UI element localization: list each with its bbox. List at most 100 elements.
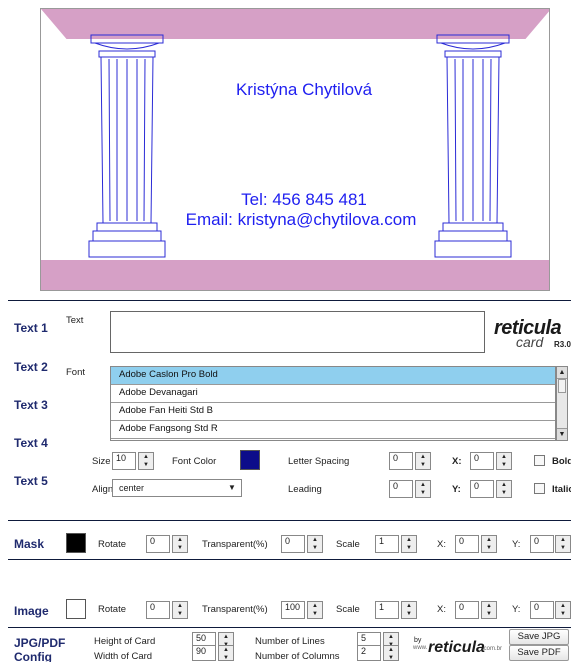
number-of-lines-label: Number of Lines (255, 636, 325, 647)
card-email-text: Email: kristyna@chytilova.com (185, 210, 417, 229)
image-transparent-label: Transparent(%) (202, 604, 268, 615)
jpgpdf-section-label: JPG/PDF (14, 636, 66, 650)
tab-text-4[interactable]: Text 4 (14, 436, 48, 450)
mask-rotate-input[interactable]: 0 (146, 535, 170, 553)
tab-text-1[interactable]: Text 1 (14, 321, 48, 335)
size-label: Size (92, 456, 111, 467)
mask-scale-input[interactable]: 1 (375, 535, 399, 553)
text-x-input[interactable]: 0 (470, 452, 494, 470)
logo-card-word: card (516, 334, 544, 350)
italic-label: Italic (552, 484, 571, 495)
mask-x-stepper[interactable]: ▲ ▼ (481, 535, 497, 553)
mask-scale-stepper[interactable]: ▲ ▼ (401, 535, 417, 553)
italic-checkbox[interactable] (534, 483, 545, 494)
bold-checkbox[interactable] (534, 455, 545, 466)
mask-rotate-label: Rotate (98, 539, 126, 550)
chevron-down-icon: ▼ (228, 483, 236, 492)
image-y-label: Y: (512, 604, 521, 615)
text-input[interactable] (110, 311, 485, 353)
font-color-swatch[interactable] (240, 450, 260, 470)
font-option[interactable]: Adobe Fan Heiti Std B (111, 403, 555, 421)
save-pdf-button[interactable]: Save PDF (509, 645, 569, 661)
number-of-columns-stepper[interactable]: ▲ ▼ (383, 645, 399, 661)
mask-y-stepper[interactable]: ▲ ▼ (555, 535, 571, 553)
image-scale-stepper[interactable]: ▲ ▼ (401, 601, 417, 619)
scroll-thumb[interactable] (558, 379, 566, 393)
mask-x-input[interactable]: 0 (455, 535, 479, 553)
www-label: www. (413, 645, 428, 651)
mask-x-label: X: (437, 539, 446, 550)
divider (8, 559, 571, 560)
width-of-card-input[interactable]: 90 (192, 645, 216, 661)
reticula-brand-logo[interactable]: reticula (428, 639, 485, 657)
mask-color-swatch[interactable] (66, 533, 86, 553)
mask-section-label: Mask (14, 537, 45, 551)
mask-transparent-stepper[interactable]: ▲ ▼ (307, 535, 323, 553)
card-name-text: Kristýna Chytilová (235, 80, 373, 99)
image-transparent-input[interactable]: 100 (281, 601, 305, 619)
card-bottom-band (41, 260, 549, 290)
number-of-columns-input[interactable]: 2 (357, 645, 381, 661)
letter-spacing-input[interactable]: 0 (389, 452, 413, 470)
letter-spacing-stepper[interactable]: ▲ ▼ (415, 452, 431, 470)
tab-text-3[interactable]: Text 3 (14, 398, 48, 412)
font-option[interactable]: Adobe Caslon Pro Bold (111, 367, 555, 385)
logo-version: R3.0 (554, 340, 571, 349)
scroll-up-icon[interactable]: ▲ (557, 367, 567, 379)
image-x-stepper[interactable]: ▲ ▼ (481, 601, 497, 619)
font-option[interactable]: Adobe Fangsong Std R (111, 421, 555, 439)
tab-text-2[interactable]: Text 2 (14, 360, 48, 374)
height-of-card-label: Height of Card (94, 636, 156, 647)
image-scale-input[interactable]: 1 (375, 601, 399, 619)
size-stepper[interactable]: ▲ ▼ (138, 452, 154, 470)
save-jpg-button[interactable]: Save JPG (509, 629, 569, 645)
tab-text-5[interactable]: Text 5 (14, 474, 48, 488)
divider (8, 300, 571, 301)
image-y-input[interactable]: 0 (530, 601, 554, 619)
mask-scale-label: Scale (336, 539, 360, 550)
image-section-label: Image (14, 604, 49, 618)
number-of-columns-label: Number of Columns (255, 651, 340, 662)
card-preview: Kristýna Chytilová Tel: 456 845 481 Emai… (40, 8, 550, 291)
scroll-down-icon[interactable]: ▼ (557, 428, 567, 440)
align-select-value: center (119, 483, 145, 493)
width-of-card-stepper[interactable]: ▲ ▼ (218, 645, 234, 661)
text-x-stepper[interactable]: ▲ ▼ (496, 452, 512, 470)
width-of-card-label: Width of Card (94, 651, 153, 662)
bold-label: Bold (552, 456, 571, 467)
text-x-label: X: (452, 456, 462, 467)
image-rotate-stepper[interactable]: ▲ ▼ (172, 601, 188, 619)
mask-y-input[interactable]: 0 (530, 535, 554, 553)
divider (8, 520, 571, 521)
config-section-label: Config (14, 650, 52, 662)
font-option[interactable]: Adobe Devanagari (111, 385, 555, 403)
brand-domain-suffix: .com.br (482, 646, 503, 652)
leading-input[interactable]: 0 (389, 480, 413, 498)
text-y-stepper[interactable]: ▲ ▼ (496, 480, 512, 498)
leading-stepper[interactable]: ▲ ▼ (415, 480, 431, 498)
image-transparent-stepper[interactable]: ▲ ▼ (307, 601, 323, 619)
text-label: Text (66, 315, 84, 326)
mask-transparent-input[interactable]: 0 (281, 535, 305, 553)
font-listbox[interactable]: Adobe Caslon Pro Bold Adobe Devanagari A… (110, 366, 556, 441)
image-x-label: X: (437, 604, 446, 615)
mask-y-label: Y: (512, 539, 521, 550)
image-rotate-label: Rotate (98, 604, 126, 615)
letter-spacing-label: Letter Spacing (288, 456, 350, 467)
divider (8, 627, 571, 628)
font-color-label: Font Color (172, 456, 217, 467)
image-x-input[interactable]: 0 (455, 601, 479, 619)
image-scale-label: Scale (336, 604, 360, 615)
text-y-input[interactable]: 0 (470, 480, 494, 498)
image-y-stepper[interactable]: ▲ ▼ (555, 601, 571, 619)
card-tel-text: Tel: 456 845 481 (241, 190, 367, 209)
size-input[interactable]: 10 (112, 452, 136, 470)
align-select[interactable]: center ▼ (112, 479, 242, 497)
text-y-label: Y: (452, 484, 461, 495)
mask-transparent-label: Transparent(%) (202, 539, 268, 550)
font-label: Font (66, 367, 86, 378)
font-list-scrollbar[interactable]: ▲ ▼ (556, 366, 568, 441)
image-rotate-input[interactable]: 0 (146, 601, 170, 619)
mask-rotate-stepper[interactable]: ▲ ▼ (172, 535, 188, 553)
image-color-swatch[interactable] (66, 599, 86, 619)
